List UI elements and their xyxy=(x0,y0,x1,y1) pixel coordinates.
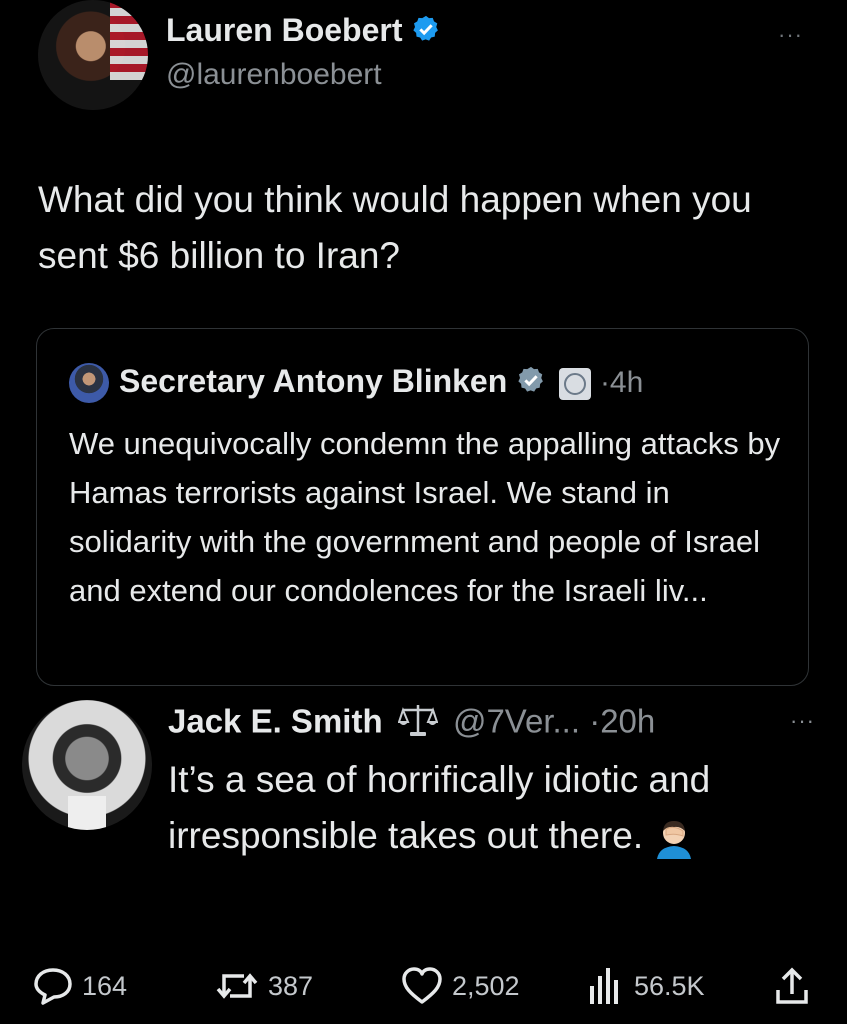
quoted-author-avatar[interactable] xyxy=(69,363,109,403)
scales-icon xyxy=(397,702,439,746)
reply-header[interactable]: Jack E. Smith @7Ver... ·20h xyxy=(168,702,655,746)
author-avatar[interactable] xyxy=(38,0,148,110)
quoted-tweet-card[interactable]: Secretary Antony Blinken ·4h We unequivo… xyxy=(36,328,809,686)
tweet-action-bar: 164 387 2,502 56.5K xyxy=(0,966,847,1016)
view-count: 56.5K xyxy=(634,970,705,1001)
repost-count: 387 xyxy=(268,970,314,1001)
repost-action[interactable]: 387 xyxy=(214,966,313,1006)
reply-action[interactable]: 164 xyxy=(32,966,127,1006)
reply-author-name[interactable]: Jack E. Smith xyxy=(168,703,383,740)
reply-author-avatar[interactable] xyxy=(22,700,152,830)
state-department-seal-icon xyxy=(559,367,592,400)
share-action[interactable] xyxy=(772,966,812,1006)
analytics-icon xyxy=(584,966,626,1006)
flag-backdrop xyxy=(110,0,148,80)
like-action[interactable]: 2,502 xyxy=(400,966,520,1006)
reply-author-handle[interactable]: @7Ver... xyxy=(453,703,580,740)
reply-count: 164 xyxy=(82,970,128,1001)
government-verified-badge-icon xyxy=(516,365,546,403)
like-count: 2,502 xyxy=(452,970,520,1001)
reply-more-options-icon[interactable]: ··· xyxy=(790,708,815,734)
author-name-row[interactable]: Lauren Boebert xyxy=(166,12,441,52)
reply-timestamp: ·20h xyxy=(589,702,656,740)
quoted-timestamp: ·4h xyxy=(599,366,644,399)
quoted-author-row[interactable]: Secretary Antony Blinken ·4h xyxy=(119,363,643,403)
share-icon xyxy=(772,966,812,1006)
quoted-tweet-text: We unequivocally condemn the appalling a… xyxy=(69,426,781,608)
facepalm-emoji-icon xyxy=(653,817,695,860)
tweet-text: What did you think would happen when you… xyxy=(38,179,752,276)
reply-icon xyxy=(32,966,74,1006)
reply-text-body: It’s a sea of horrifically idiotic and i… xyxy=(168,759,711,856)
verified-badge-icon xyxy=(411,14,441,52)
views-action[interactable]: 56.5K xyxy=(584,966,705,1006)
author-handle[interactable]: @laurenboebert xyxy=(166,58,382,92)
repost-icon xyxy=(214,966,260,1006)
author-name[interactable]: Lauren Boebert xyxy=(166,12,402,48)
quoted-author-name: Secretary Antony Blinken xyxy=(119,363,508,399)
reply-text: It’s a sea of horrifically idiotic and i… xyxy=(168,752,768,864)
more-options-icon[interactable]: ··· xyxy=(778,22,803,48)
heart-icon xyxy=(400,966,444,1006)
